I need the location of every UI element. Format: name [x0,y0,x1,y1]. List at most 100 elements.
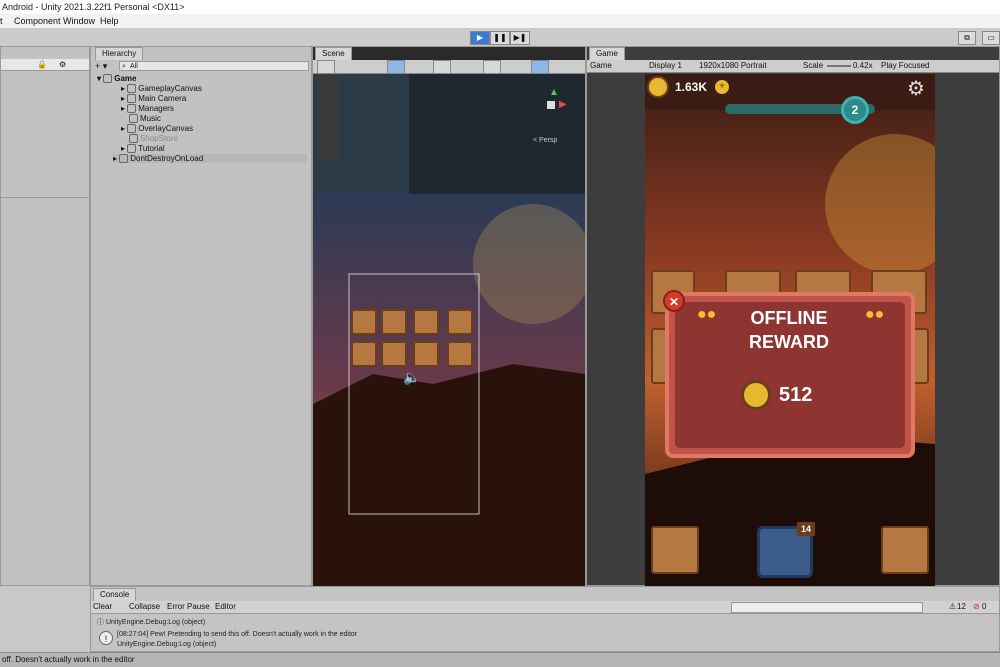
clear-button[interactable]: Clear [93,602,112,611]
close-icon[interactable]: ✕ [663,290,685,312]
editor-select[interactable]: Editor [215,602,236,611]
reward-coin-icon [741,380,771,410]
error-count: 0 [982,602,987,611]
menu-item-help[interactable]: Help [100,16,119,26]
display-select[interactable]: Display 1 [649,61,682,70]
play-mode-select[interactable]: Play Focused [881,61,929,70]
console-line[interactable]: ⓘ UnityEngine.Debug:Log (object) [97,617,205,627]
scene-crate [351,309,377,335]
lock-icon[interactable]: 🔒 [37,60,47,69]
coin-pile-icon: ●● [865,306,885,323]
reward-amount: 512 [779,384,813,406]
pause-button[interactable]: ❚❚ [490,31,510,45]
gizmo-label: < Persp [533,137,558,144]
gameobject-icon [127,144,137,154]
hierarchy-panel: Hierarchy + ▾ ⌕ All ▾ Game ▸ GameplayCan… [90,46,312,586]
scene-crate [351,341,377,367]
error-pause-button[interactable]: Error Pause [167,602,210,611]
gameobject-icon [127,124,137,134]
status-bar: off. Doesn't actually work in the editor [0,652,1000,667]
add-coins-button[interactable]: + [715,80,729,94]
divider [1,197,89,198]
error-icon[interactable]: ⊘ [973,602,980,611]
hierarchy-item-music[interactable]: Music [129,114,161,124]
weapons-button[interactable] [881,526,929,574]
effects-button[interactable] [433,60,451,74]
draw-mode-button[interactable] [317,60,335,74]
layers-button[interactable]: ⧉ [958,31,976,45]
status-message: off. Doesn't actually work in the editor [2,655,135,664]
menu-item-window[interactable]: Window [63,16,95,26]
gear-icon[interactable]: ⚙ [59,60,66,69]
shop-button[interactable] [651,526,699,574]
scene-panel: Scene 🔈 ▲ ▶ < Persp [312,46,586,586]
tab-scene[interactable]: Scene [315,47,352,60]
warning-icon[interactable]: ⚠ [949,602,956,611]
tab-console[interactable]: Console [93,588,137,601]
gizmo-y-axis: ▲ [549,87,559,98]
game-viewport[interactable]: 1.63K + ⚙ 2 ✕ ●● ●● OFFLINE REWARD 512 1… [645,74,935,586]
offline-reward-dialog: ✕ ●● ●● OFFLINE REWARD 512 [663,290,915,458]
gizmo-center [547,101,555,109]
inspector-panel: 🔒 ⚙ [0,46,90,586]
tab-game[interactable]: Game [589,47,625,60]
menu-item-component[interactable]: Component [14,16,61,26]
gameobject-icon [127,94,137,104]
scale-label: Scale [803,61,824,70]
hierarchy-item-overlaycanvas[interactable]: ▸ OverlayCanvas [121,124,193,134]
layout-button[interactable]: ▭ [982,31,1000,45]
gameobject-icon [129,134,138,144]
console-line[interactable]: UnityEngine.Debug:Log (object) [117,641,216,648]
coin-icon [647,76,669,98]
window-titlebar: Android - Unity 2021.3.22f1 Personal <DX… [0,0,1000,15]
scene-crate [413,309,439,335]
reward-title-line2: REWARD [749,332,829,352]
play-button[interactable]: ▶ [470,31,490,45]
scene-crate [413,341,439,367]
scale-slider[interactable] [827,65,851,67]
hierarchy-item-game[interactable]: ▾ Game [97,74,136,84]
console-toolbar: Clear Collapse Error Pause Editor ⚠ 12 ⊘… [91,601,999,614]
settings-gear-icon[interactable]: ⚙ [907,76,925,101]
orientation-gizmo[interactable]: ▲ ▶ [535,87,567,127]
console-panel: Console Clear Collapse Error Pause Edito… [90,586,1000,652]
hierarchy-search[interactable]: ⌕ All [119,61,309,71]
hierarchy-item-managers[interactable]: ▸ Managers [121,104,174,114]
reward-title-line1: OFFLINE [750,308,828,328]
tab-hierarchy[interactable]: Hierarchy [95,47,144,60]
gizmo-x-axis: ▶ [559,99,567,110]
hierarchy-item-shopstore[interactable]: ShopStore [129,134,178,144]
scene-crate [447,309,473,335]
hierarchy-item-dontdestroyonload[interactable]: ▸ DontDestroyOnLoad [113,154,307,164]
scene-tools[interactable] [317,74,339,160]
coin-count: 1.63K [675,80,708,94]
collapse-button[interactable]: Collapse [129,602,160,611]
gizmos-button[interactable] [483,60,501,74]
game-toolbar: Game Display 1 1920x1080 Portrait Scale … [587,60,999,73]
warning-count: 12 [957,602,966,611]
scale-value: 0.42x [853,61,873,70]
hierarchy-item-gameplaycanvas[interactable]: ▸ GameplayCanvas [121,84,202,94]
chest-count-badge: 14 [797,522,815,536]
light-toggle-button[interactable] [531,60,549,74]
step-button[interactable]: ▶❚ [510,31,530,45]
info-icon: ⓘ [97,619,106,626]
2d-toggle-button[interactable] [387,60,405,74]
unity-scene-icon [119,154,129,164]
hierarchy-item-main-camera[interactable]: ▸ Main Camera [121,94,186,104]
window-title: Android - Unity 2021.3.22f1 Personal <DX… [2,2,185,12]
view-select[interactable]: Game [590,61,612,70]
gameobject-icon [129,114,138,124]
resolution-select[interactable]: 1920x1080 Portrait [699,61,767,70]
level-badge: 2 [841,96,869,124]
hierarchy-item-tutorial[interactable]: ▸ Tutorial [121,144,165,154]
search-icon: ⌕ [122,63,126,70]
menu-item-t[interactable]: t [0,16,3,26]
console-line[interactable]: [08:27:04] Pew! Pretending to send this … [117,631,357,638]
gameobject-icon [127,84,137,94]
scene-crate [447,341,473,367]
add-button[interactable]: + ▾ [95,61,107,72]
log-info-icon: ! [99,631,113,645]
console-search[interactable] [731,602,923,613]
scene-crate [381,341,407,367]
